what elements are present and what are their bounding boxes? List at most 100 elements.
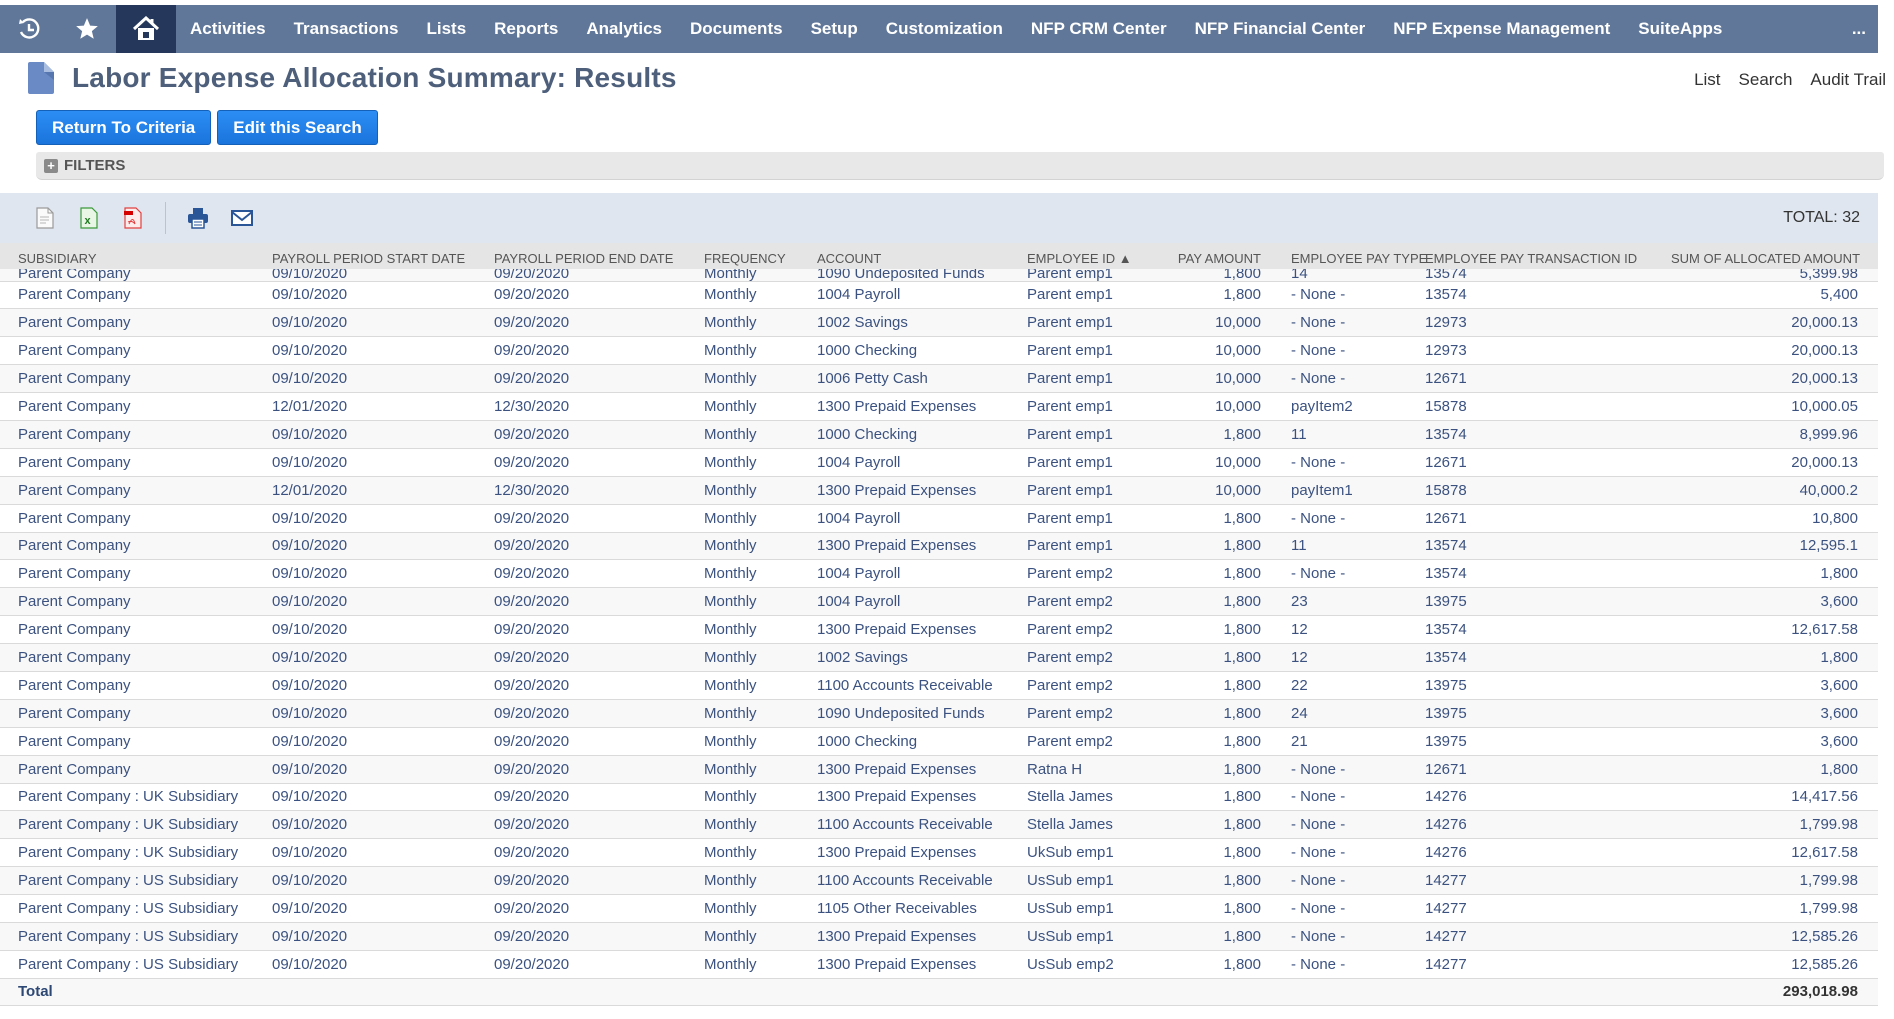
cell-pay-transaction-id[interactable]: 14276: [1425, 810, 1671, 840]
table-row[interactable]: Parent Company 09/10/2020 09/20/2020 Monthl…: [0, 269, 1878, 282]
cell-pay-transaction-id[interactable]: 12973: [1425, 308, 1671, 338]
cell-account[interactable]: 1300 Prepaid Expenses: [817, 783, 1027, 812]
cell-frequency[interactable]: Monthly: [704, 336, 817, 366]
cell-frequency[interactable]: Monthly: [704, 392, 817, 421]
cell-frequency[interactable]: Monthly: [704, 476, 817, 505]
table-row[interactable]: Parent Company 09/10/2020 09/20/2020 Monthl…: [0, 308, 1878, 338]
cell-employee-id[interactable]: Parent emp1: [1027, 308, 1159, 338]
cell-payroll-start-date[interactable]: 09/10/2020: [272, 269, 494, 282]
cell-account[interactable]: 1090 Undeposited Funds: [817, 699, 1027, 728]
column-header-employee-id[interactable]: EMPLOYEE ID ▲: [1027, 243, 1159, 269]
column-header-frequency[interactable]: FREQUENCY: [704, 243, 817, 269]
cell-payroll-end-date[interactable]: 09/20/2020: [494, 364, 704, 394]
cell-account[interactable]: 1100 Accounts Receivable: [817, 671, 1027, 700]
cell-frequency[interactable]: Monthly: [704, 269, 817, 282]
cell-pay-transaction-id[interactable]: 12973: [1425, 336, 1671, 366]
cell-payroll-start-date[interactable]: 09/10/2020: [272, 643, 494, 672]
table-row[interactable]: Parent Company 09/10/2020 09/20/2020 Monthl…: [0, 727, 1878, 756]
cell-payroll-start-date[interactable]: 09/10/2020: [272, 532, 494, 561]
cell-employee-pay-type[interactable]: 11: [1261, 420, 1425, 449]
export-pdf-icon[interactable]: [121, 205, 145, 231]
cell-subsidiary[interactable]: Parent Company: [0, 727, 272, 756]
cell-payroll-start-date[interactable]: 09/10/2020: [272, 587, 494, 617]
cell-frequency[interactable]: Monthly: [704, 755, 817, 784]
cell-account[interactable]: 1004 Payroll: [817, 504, 1027, 533]
cell-account[interactable]: 1004 Payroll: [817, 281, 1027, 310]
cell-subsidiary[interactable]: Parent Company: [0, 281, 272, 310]
favorites-star-icon[interactable]: [58, 5, 116, 53]
cell-subsidiary[interactable]: Parent Company: [0, 755, 272, 784]
nav-nfp-financial-center[interactable]: NFP Financial Center: [1181, 5, 1380, 53]
search-link[interactable]: Search: [1739, 70, 1793, 90]
cell-account[interactable]: 1004 Payroll: [817, 448, 1027, 477]
cell-payroll-start-date[interactable]: 09/10/2020: [272, 838, 494, 868]
cell-payroll-start-date[interactable]: 12/01/2020: [272, 392, 494, 421]
cell-pay-transaction-id[interactable]: 13574: [1425, 420, 1671, 449]
cell-employee-id[interactable]: Ratna H: [1027, 755, 1159, 784]
cell-payroll-start-date[interactable]: 09/10/2020: [272, 866, 494, 896]
cell-subsidiary[interactable]: Parent Company : US Subsidiary: [0, 922, 272, 951]
cell-employee-id[interactable]: UsSub emp1: [1027, 866, 1159, 896]
cell-frequency[interactable]: Monthly: [704, 922, 817, 951]
recent-records-icon[interactable]: [0, 5, 58, 53]
cell-employee-id[interactable]: Parent emp2: [1027, 643, 1159, 672]
cell-employee-pay-type[interactable]: 24: [1261, 699, 1425, 728]
cell-frequency[interactable]: Monthly: [704, 727, 817, 756]
table-row[interactable]: Parent Company 09/10/2020 09/20/2020 Monthl…: [0, 671, 1878, 700]
cell-pay-transaction-id[interactable]: 12671: [1425, 504, 1671, 533]
cell-payroll-start-date[interactable]: 09/10/2020: [272, 671, 494, 700]
cell-payroll-end-date[interactable]: 09/20/2020: [494, 671, 704, 700]
cell-payroll-end-date[interactable]: 09/20/2020: [494, 448, 704, 477]
cell-account[interactable]: 1090 Undeposited Funds: [817, 269, 1027, 282]
cell-employee-id[interactable]: Parent emp1: [1027, 476, 1159, 505]
table-row[interactable]: Parent Company : UK Subsidiary 09/10/2020…: [0, 783, 1878, 812]
cell-employee-id[interactable]: Parent emp2: [1027, 727, 1159, 756]
table-row[interactable]: Parent Company 09/10/2020 09/20/2020 Monthl…: [0, 643, 1878, 672]
column-header-employee-pay-type[interactable]: EMPLOYEE PAY TYPE: [1261, 243, 1427, 269]
nav-activities[interactable]: Activities: [176, 5, 280, 53]
cell-payroll-end-date[interactable]: 09/20/2020: [494, 308, 704, 338]
cell-account[interactable]: 1004 Payroll: [817, 559, 1027, 589]
cell-payroll-start-date[interactable]: 09/10/2020: [272, 922, 494, 951]
cell-pay-transaction-id[interactable]: 13574: [1425, 269, 1671, 282]
cell-employee-id[interactable]: Parent emp1: [1027, 504, 1159, 533]
cell-employee-id[interactable]: Parent emp1: [1027, 392, 1159, 421]
cell-pay-transaction-id[interactable]: 15878: [1425, 476, 1671, 505]
table-row[interactable]: Parent Company 09/10/2020 09/20/2020 Monthl…: [0, 699, 1878, 728]
cell-subsidiary[interactable]: Parent Company : US Subsidiary: [0, 866, 272, 896]
cell-employee-id[interactable]: Parent emp1: [1027, 364, 1159, 394]
cell-account[interactable]: 1006 Petty Cash: [817, 364, 1027, 394]
cell-pay-transaction-id[interactable]: 14277: [1425, 950, 1671, 979]
cell-pay-transaction-id[interactable]: 14277: [1425, 866, 1671, 896]
cell-account[interactable]: 1300 Prepaid Expenses: [817, 615, 1027, 645]
cell-pay-transaction-id[interactable]: 13574: [1425, 643, 1671, 672]
cell-employee-id[interactable]: Parent emp1: [1027, 269, 1159, 282]
cell-payroll-end-date[interactable]: 09/20/2020: [494, 894, 704, 923]
cell-employee-pay-type[interactable]: - None -: [1261, 838, 1425, 868]
column-header-pay-transaction-id[interactable]: EMPLOYEE PAY TRANSACTION ID: [1425, 243, 1671, 269]
cell-employee-id[interactable]: Parent emp2: [1027, 671, 1159, 700]
cell-pay-transaction-id[interactable]: 12671: [1425, 448, 1671, 477]
nav-more-menu[interactable]: ...: [1852, 19, 1866, 39]
cell-payroll-start-date[interactable]: 09/10/2020: [272, 364, 494, 394]
cell-subsidiary[interactable]: Parent Company : US Subsidiary: [0, 894, 272, 923]
cell-account[interactable]: 1000 Checking: [817, 336, 1027, 366]
cell-payroll-start-date[interactable]: 09/10/2020: [272, 894, 494, 923]
cell-payroll-end-date[interactable]: 09/20/2020: [494, 838, 704, 868]
cell-frequency[interactable]: Monthly: [704, 420, 817, 449]
cell-account[interactable]: 1300 Prepaid Expenses: [817, 532, 1027, 561]
cell-pay-transaction-id[interactable]: 13574: [1425, 532, 1671, 561]
table-row[interactable]: Parent Company : US Subsidiary 09/10/2020…: [0, 894, 1878, 923]
cell-payroll-end-date[interactable]: 09/20/2020: [494, 615, 704, 645]
cell-payroll-end-date[interactable]: 09/20/2020: [494, 810, 704, 840]
cell-account[interactable]: 1100 Accounts Receivable: [817, 810, 1027, 840]
cell-subsidiary[interactable]: Parent Company : US Subsidiary: [0, 950, 272, 979]
email-icon[interactable]: [230, 205, 254, 231]
cell-pay-transaction-id[interactable]: 14277: [1425, 922, 1671, 951]
cell-payroll-end-date[interactable]: 09/20/2020: [494, 532, 704, 561]
cell-account[interactable]: 1300 Prepaid Expenses: [817, 392, 1027, 421]
column-header-pay-amount[interactable]: PAY AMOUNT: [1159, 243, 1261, 269]
cell-account[interactable]: 1002 Savings: [817, 643, 1027, 672]
cell-employee-id[interactable]: Parent emp2: [1027, 699, 1159, 728]
cell-frequency[interactable]: Monthly: [704, 950, 817, 979]
